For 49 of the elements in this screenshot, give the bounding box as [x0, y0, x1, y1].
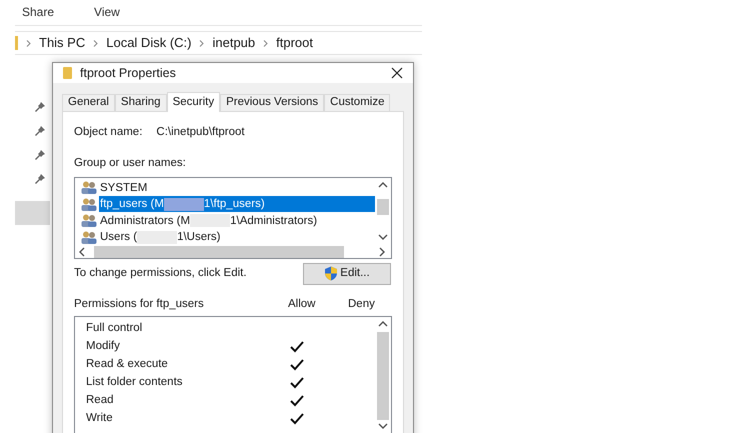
permission-name: Read	[86, 393, 114, 408]
dialog-tab[interactable]: Previous Versions	[220, 94, 324, 111]
address-bar[interactable]: This PC Local Disk (C:) inetpub ftproot	[15, 31, 422, 55]
breadcrumb[interactable]: ftproot	[276, 33, 313, 53]
breadcrumb[interactable]: Local Disk (C:)	[106, 33, 192, 53]
object-name-value: C:\inetpub\ftproot	[156, 125, 245, 140]
chevron-icon	[26, 40, 31, 46]
user-list-item[interactable]: SYSTEM	[99, 180, 148, 196]
pin-icon	[35, 174, 45, 184]
users-icon	[81, 214, 97, 228]
shield-icon	[324, 266, 338, 281]
user-list-item[interactable]: ftp_users (M 1\ftp_users)	[99, 196, 375, 212]
edit-button[interactable]: Edit...	[303, 262, 391, 284]
dialog-tab[interactable]: General	[62, 94, 115, 111]
chevron-icon	[199, 40, 204, 46]
dialog-tab[interactable]: Customize	[324, 94, 390, 111]
breadcrumb[interactable]: This PC	[39, 33, 86, 53]
object-name-label: Object name:	[74, 125, 142, 140]
permission-name: Full control	[86, 321, 144, 336]
permission-name: Modify	[86, 339, 121, 354]
change-hint: To change permissions, click Edit.	[74, 266, 247, 281]
users-icon	[81, 230, 97, 244]
permission-name: List folder contents	[86, 375, 184, 390]
folder-icon	[63, 67, 72, 79]
permission-name: Read & execute	[86, 357, 169, 372]
pin-icon	[35, 126, 45, 136]
user-list-item[interactable]: Administrators (M 1\Administrators)	[99, 212, 318, 229]
redaction-block	[164, 198, 204, 211]
allow-header: Allow	[288, 296, 316, 312]
user-list-item[interactable]: Users ( 1\Users)	[99, 229, 222, 246]
users-icon	[81, 181, 97, 194]
pin-icon	[35, 150, 45, 160]
permissions-label: Permissions for ftp_users	[74, 296, 205, 312]
window-title: ftproot Properties	[80, 64, 177, 82]
breadcrumb[interactable]: inetpub	[212, 33, 256, 53]
folder-icon	[15, 36, 18, 50]
groups-label: Group or user names:	[74, 156, 187, 172]
chevron-icon	[93, 40, 98, 46]
pin-icon	[35, 102, 45, 112]
dialog-tab[interactable]: Security	[166, 92, 220, 112]
dialog-tab[interactable]: Sharing	[114, 94, 167, 111]
users-icon	[81, 198, 97, 211]
chevron-icon	[263, 40, 268, 46]
permission-name: Write	[86, 411, 114, 426]
ribbon-tab[interactable]: View	[94, 3, 120, 21]
close-icon[interactable]	[391, 67, 403, 79]
ribbon-tab[interactable]: Share	[22, 3, 54, 21]
scroll-down-icon[interactable]	[378, 232, 388, 242]
deny-header: Deny	[348, 296, 376, 312]
